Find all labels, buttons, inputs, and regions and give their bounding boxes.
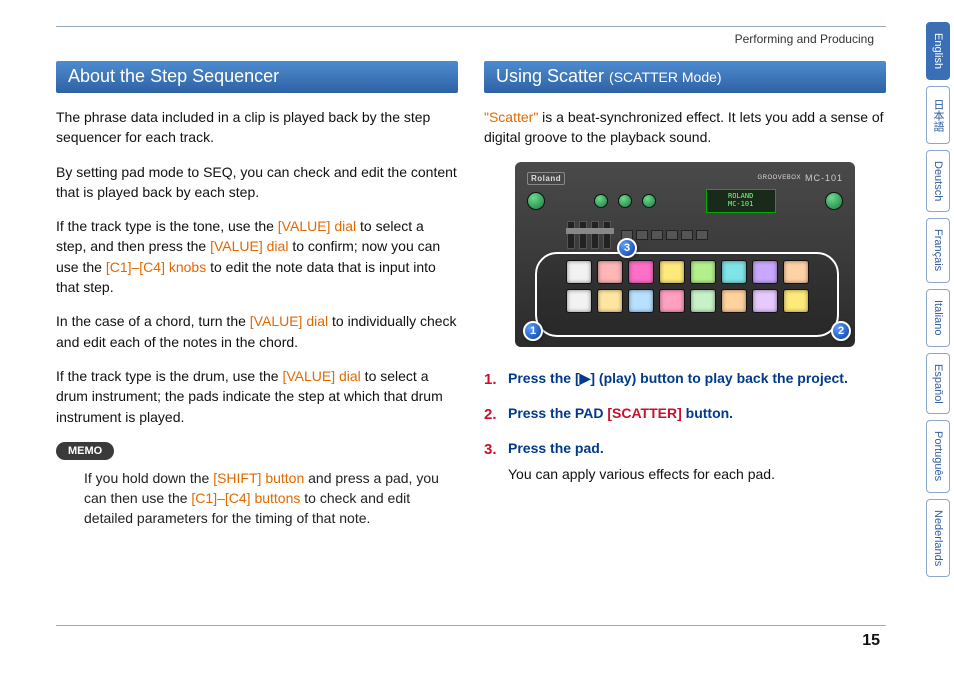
lang-tab-español[interactable]: Español [926, 353, 950, 415]
page-header: Performing and Producing [56, 27, 886, 51]
section-heading-scatter: Using Scatter (SCATTER Mode) [484, 61, 886, 93]
fader [591, 221, 599, 249]
device-display: ROLAND MC-101 [706, 189, 776, 213]
language-tabs: English 日本語 Deutsch Français Italiano Español… [926, 22, 950, 577]
value-dial-ref: [VALUE] dial [278, 218, 356, 234]
value-dial-ref: [VALUE] dial [282, 368, 360, 384]
left-column: About the Step Sequencer The phrase data… [56, 61, 458, 650]
pad-grid-highlight [535, 252, 839, 337]
fader [603, 221, 611, 249]
paragraph: By setting pad mode to SEQ, you can chec… [56, 162, 458, 203]
paragraph: In the case of a chord, turn the [VALUE]… [56, 311, 458, 352]
brand-logo: Roland [527, 172, 565, 185]
page-number: 15 [862, 632, 880, 650]
button-group [621, 230, 708, 240]
footer-rule [56, 625, 886, 626]
value-dial-ref: [VALUE] dial [210, 238, 288, 254]
memo-badge: MEMO [56, 442, 114, 460]
manual-page: Performing and Producing About the Step … [56, 26, 886, 650]
pad [628, 289, 654, 313]
pad [566, 289, 592, 313]
step-3: 3. Press the pad. [484, 439, 886, 460]
knob [594, 194, 608, 208]
pad [721, 260, 747, 284]
pad [566, 260, 592, 284]
model-label: MC-101 [805, 173, 843, 183]
scatter-term: "Scatter" [484, 109, 538, 125]
pad [752, 289, 778, 313]
pad [783, 289, 809, 313]
memo-block: MEMO If you hold down the [SHIFT] button… [56, 441, 458, 529]
lang-tab-français[interactable]: Français [926, 218, 950, 282]
pad [752, 260, 778, 284]
paragraph: If the track type is the tone, use the [… [56, 216, 458, 297]
lang-tab-deutsch[interactable]: Deutsch [926, 150, 950, 212]
pad [628, 260, 654, 284]
step-2: 2. Press the PAD [SCATTER] button. [484, 404, 886, 425]
pad [659, 289, 685, 313]
pad [721, 289, 747, 313]
fader [579, 221, 587, 249]
section-heading-sequencer: About the Step Sequencer [56, 61, 458, 93]
paragraph: "Scatter" is a beat-synchronized effect.… [484, 107, 886, 148]
memo-text: If you hold down the [SHIFT] button and … [84, 468, 458, 529]
lang-tab-日本語[interactable]: 日本語 [926, 86, 950, 144]
shift-button-ref: [SHIFT] button [213, 470, 304, 486]
scatter-button-ref: [SCATTER] [607, 405, 681, 421]
pad [783, 260, 809, 284]
fader [567, 221, 575, 249]
play-button-ref: [▶] (play) button [575, 370, 684, 386]
groovebox-label: GROOVEBOX [757, 175, 801, 181]
right-column: Using Scatter (SCATTER Mode) "Scatter" i… [484, 61, 886, 650]
pad [690, 289, 716, 313]
pad [659, 260, 685, 284]
c-knobs-ref: [C1]–[C4] knobs [106, 259, 206, 275]
device-figure: Roland GROOVEBOX MC-101 ROLAND MC-101 [515, 162, 855, 347]
value-dial-ref: [VALUE] dial [250, 313, 328, 329]
pad [690, 260, 716, 284]
step-1: 1. Press the [▶] (play) button to play b… [484, 369, 886, 390]
lang-tab-nederlands[interactable]: Nederlands [926, 499, 950, 577]
step-list: 1. Press the [▶] (play) button to play b… [484, 369, 886, 482]
c-buttons-ref: [C1]–[C4] buttons [191, 490, 300, 506]
callout-3: 3 [617, 238, 637, 258]
paragraph: If the track type is the drum, use the [… [56, 366, 458, 427]
knob [618, 194, 632, 208]
paragraph: The phrase data included in a clip is pl… [56, 107, 458, 148]
value-dial [825, 192, 843, 210]
callout-2: 2 [831, 321, 851, 341]
pad [597, 260, 623, 284]
pad [597, 289, 623, 313]
lang-tab-italiano[interactable]: Italiano [926, 289, 950, 347]
lang-tab-english[interactable]: English [926, 22, 950, 80]
volume-knob [527, 192, 545, 210]
lang-tab-português[interactable]: Português [926, 420, 950, 492]
breadcrumb: Performing and Producing [735, 32, 874, 46]
knob [642, 194, 656, 208]
callout-1: 1 [523, 321, 543, 341]
step-3-sub: You can apply various effects for each p… [508, 466, 886, 482]
